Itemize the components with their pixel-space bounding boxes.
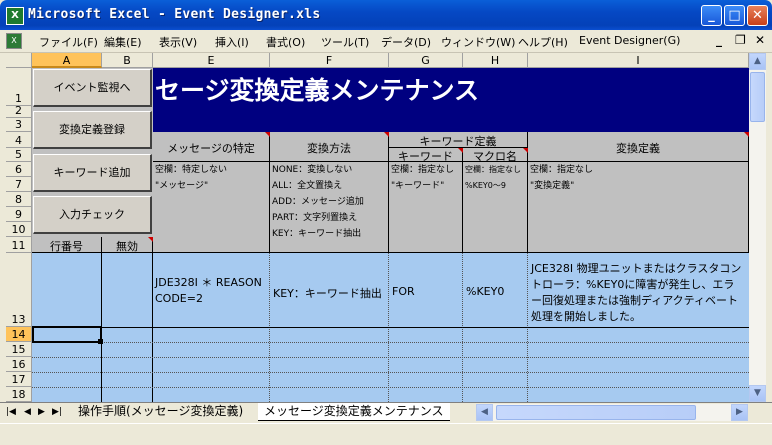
next-sheet-icon[interactable]: ▶	[38, 407, 45, 417]
horizontal-scrollbar[interactable]: ◀ ▶	[476, 404, 748, 421]
header-cell-conversion-method[interactable]: 変換方法	[270, 132, 389, 162]
workbook-icon[interactable]: X	[6, 33, 22, 49]
scroll-up-button[interactable]: ▲	[749, 53, 766, 70]
workbook-close-button[interactable]: ✕	[755, 33, 765, 47]
note-cell-message-spec[interactable]: 空欄：特定しない "メッセージ"	[153, 162, 270, 253]
worksheet-grid[interactable]: A B E F G H I 1 2 3 4 5 6 7 8 9 10 11 13…	[6, 53, 749, 402]
active-cell-a14[interactable]	[32, 326, 102, 343]
row-header[interactable]: 9	[6, 207, 32, 222]
row-header[interactable]: 18	[6, 387, 32, 402]
cell-macro-value[interactable]: %KEY0	[466, 285, 504, 298]
cell-definition-value[interactable]: JCE328I 物理ユニットまたはクラスタコントローラ：%KEY0に障害が発生し…	[531, 261, 745, 325]
row-header[interactable]: 1	[6, 68, 32, 106]
header-cell-line-no[interactable]: 行番号	[32, 237, 102, 253]
select-all-corner[interactable]	[6, 53, 32, 68]
column-header-i[interactable]: I	[528, 53, 749, 68]
input-check-button[interactable]: 入力チェック	[33, 196, 152, 234]
row-divider	[32, 342, 749, 343]
header-cell-conversion-def[interactable]: 変換定義	[528, 132, 749, 162]
column-header-a[interactable]: A	[32, 53, 102, 68]
column-header-e[interactable]: E	[153, 53, 270, 68]
title-bar: X Microsoft Excel - Event Designer.xls _…	[0, 0, 772, 30]
comment-indicator[interactable]	[148, 237, 153, 242]
fill-handle[interactable]	[98, 339, 103, 344]
header-cell-disabled[interactable]: 無効	[102, 237, 153, 253]
horizontal-scroll-thumb[interactable]	[496, 405, 696, 420]
cell-message-value[interactable]: JDE328I ＊ REASON CODE=2	[155, 275, 267, 307]
column-header-g[interactable]: G	[389, 53, 463, 68]
scroll-left-button[interactable]: ◀	[476, 404, 493, 421]
scroll-right-button[interactable]: ▶	[731, 404, 748, 421]
row-header[interactable]: 16	[6, 357, 32, 372]
header-cell-message-spec[interactable]: メッセージの特定	[153, 132, 270, 162]
row-header[interactable]: 15	[6, 342, 32, 357]
scroll-down-button[interactable]: ▼	[749, 385, 766, 402]
menu-window[interactable]: ウィンドウ(W)	[441, 34, 515, 50]
title-banner: セージ変換定義メンテナンス	[153, 68, 749, 132]
menu-edit[interactable]: 編集(E)	[104, 34, 142, 50]
workbook-minimize-button[interactable]: _	[716, 33, 722, 47]
menu-view[interactable]: 表示(V)	[159, 34, 197, 50]
vertical-scroll-thumb[interactable]	[750, 72, 765, 122]
vertical-scrollbar[interactable]: ▲ ▼	[749, 53, 766, 402]
prev-sheet-icon[interactable]: ◀	[24, 407, 31, 417]
header-cell-keyword-def[interactable]: キーワード定義	[389, 132, 528, 148]
row-header[interactable]: 4	[6, 132, 32, 148]
note-cell-conversion-method[interactable]: NONE：変換しない ALL：全文置換え ADD：メッセージ追加 PART：文字…	[270, 162, 389, 253]
sheet-tab-maintenance[interactable]: メッセージ変換定義メンテナンス	[258, 403, 450, 421]
register-conversion-button[interactable]: 変換定義登録	[33, 111, 152, 149]
row-header[interactable]: 14	[6, 327, 32, 342]
menu-event-designer[interactable]: Event Designer(G)	[579, 34, 680, 47]
row-divider	[32, 327, 749, 328]
note-cell-conversion-def[interactable]: 空欄：指定なし "変換定義"	[528, 162, 749, 253]
last-sheet-icon[interactable]: ▶|	[52, 407, 62, 417]
row-divider	[32, 372, 749, 373]
menu-format[interactable]: 書式(O)	[266, 34, 305, 50]
menu-help[interactable]: ヘルプ(H)	[518, 34, 568, 50]
row-header[interactable]: 2	[6, 104, 32, 118]
maximize-button[interactable]: □	[724, 5, 745, 26]
header-cell-macro-name[interactable]: マクロ名	[463, 148, 528, 162]
menu-data[interactable]: データ(D)	[381, 34, 431, 50]
cell-keyword-value[interactable]: FOR	[392, 285, 415, 298]
minimize-button[interactable]: _	[701, 5, 722, 26]
note-cell-macro-name[interactable]: 空欄：指定なし %KEY0～9	[463, 162, 528, 253]
header-cell-keyword[interactable]: キーワード	[389, 148, 463, 162]
sheet-tab-operation[interactable]: 操作手順(メッセージ変換定義)	[72, 403, 249, 420]
row-header[interactable]: 5	[6, 148, 32, 162]
row-header[interactable]: 13	[6, 253, 32, 327]
row-header[interactable]: 17	[6, 372, 32, 387]
workbook-restore-button[interactable]: ❐	[735, 33, 746, 47]
row-header[interactable]: 11	[6, 237, 32, 253]
column-header-f[interactable]: F	[270, 53, 389, 68]
add-keyword-button[interactable]: キーワード追加	[33, 154, 152, 192]
banner-title: セージ変換定義メンテナンス	[155, 76, 480, 105]
cell-method-value[interactable]: KEY：キーワード抽出	[273, 285, 382, 301]
excel-icon[interactable]: X	[6, 7, 24, 25]
event-monitor-button[interactable]: イベント監視へ	[33, 69, 152, 107]
row-header[interactable]: 10	[6, 222, 32, 237]
window-title: Microsoft Excel - Event Designer.xls	[28, 7, 321, 22]
row-divider	[32, 357, 749, 358]
column-header-b[interactable]: B	[102, 53, 153, 68]
first-sheet-icon[interactable]: |◀	[6, 407, 16, 417]
menu-insert[interactable]: 挿入(I)	[215, 34, 249, 50]
row-divider	[32, 387, 749, 388]
column-header-h[interactable]: H	[463, 53, 528, 68]
row-header[interactable]: 6	[6, 162, 32, 177]
menu-file[interactable]: ファイル(F)	[39, 34, 98, 50]
row-header[interactable]: 7	[6, 177, 32, 192]
row-header[interactable]: 8	[6, 192, 32, 207]
close-button[interactable]: ✕	[747, 5, 768, 26]
status-bar	[0, 423, 772, 445]
note-cell-keyword[interactable]: 空欄：指定なし "キーワード"	[389, 162, 463, 253]
menu-tools[interactable]: ツール(T)	[321, 34, 369, 50]
row-header[interactable]: 3	[6, 118, 32, 132]
menu-bar: X ファイル(F) 編集(E) 表示(V) 挿入(I) 書式(O) ツール(T)…	[0, 30, 772, 53]
